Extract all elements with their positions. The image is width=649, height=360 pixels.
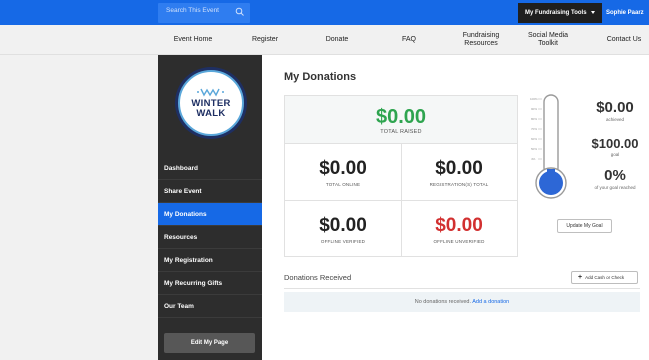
total-online-amount: $0.00 [319, 158, 367, 179]
add-donation-link[interactable]: Add a donation [472, 299, 509, 305]
achieved-amount: $0.00 [596, 99, 634, 116]
registration-total-cell: $0.00 REGISTRATION(S) TOTAL [401, 144, 517, 200]
nav-social-media-toolkit[interactable]: Social Media Toolkit [522, 25, 574, 55]
svg-text:100%: 100% [530, 97, 538, 101]
search-input[interactable]: Search This Event [158, 3, 250, 23]
plus-icon: + [578, 274, 583, 282]
svg-text:50%: 50% [531, 147, 537, 151]
grid-divider-horizontal [285, 200, 517, 201]
user-name-link[interactable]: Sophie Paarz [606, 3, 644, 23]
received-divider [284, 288, 640, 289]
registration-total-label: REGISTRATION(S) TOTAL [429, 182, 489, 187]
wave-icon [197, 88, 224, 97]
main-nav: Event Home Register Donate FAQ Fundraisi… [0, 25, 649, 55]
chevron-down-icon [591, 11, 595, 14]
fundraising-tools-dropdown[interactable]: My Fundraising Tools [518, 3, 602, 23]
offline-unverified-label: OFFLINE UNVERIFIED [433, 239, 485, 244]
thermometer-ticks [538, 98, 542, 160]
fundraising-tools-label: My Fundraising Tools [525, 10, 587, 16]
edit-my-page-button[interactable]: Edit My Page [164, 333, 255, 353]
update-goal-button[interactable]: Update My Goal [557, 219, 612, 233]
top-bar: Search This Event My Fundraising Tools S… [0, 0, 649, 25]
sidebar-menu: Dashboard Share Event My Donations Resou… [158, 157, 262, 318]
sidebar-item-my-recurring-gifts[interactable]: My Recurring Gifts [158, 272, 262, 295]
nav-fundraising-resources[interactable]: Fundraising Resources [452, 25, 510, 55]
registration-total-amount: $0.00 [435, 158, 483, 179]
sidebar-item-resources[interactable]: Resources [158, 226, 262, 249]
svg-text:4%: 4% [531, 157, 536, 161]
nav-register[interactable]: Register [240, 25, 290, 55]
sidebar-item-our-team[interactable]: Our Team [158, 295, 262, 318]
total-raised-box: $0.00 TOTAL RAISED [285, 96, 517, 144]
sidebar-item-my-donations[interactable]: My Donations [158, 203, 262, 226]
total-online-label: TOTAL ONLINE [325, 182, 361, 187]
achieved-label: achieved [605, 117, 624, 122]
svg-text:60%: 60% [531, 137, 537, 141]
nav-event-home[interactable]: Event Home [160, 25, 226, 55]
svg-text:90%: 90% [531, 107, 537, 111]
nav-faq[interactable]: FAQ [384, 25, 434, 55]
main-content: My Donations $0.00 TOTAL RAISED $0.00 TO… [262, 55, 649, 360]
offline-verified-amount: $0.00 [319, 215, 367, 236]
offline-verified-cell: $0.00 OFFLINE VERIFIED [285, 201, 401, 257]
goal-percent-label: of your goal reached [594, 185, 636, 190]
sidebar-item-share-event[interactable]: Share Event [158, 180, 262, 203]
goal-amount: $100.00 [591, 136, 639, 151]
goal-thermometer: 100% 90% 80% 70% 60% 50% 4% [530, 94, 567, 199]
logo-text-line2: WALK [196, 108, 226, 119]
sidebar: WINTER WALK Dashboard Share Event My Don… [158, 55, 262, 360]
total-online-cell: $0.00 TOTAL ONLINE [285, 144, 401, 200]
goal-summary: $0.00 achieved $100.00 goal 0% of your g… [582, 99, 648, 190]
nav-contact-us[interactable]: Contact Us [598, 25, 649, 55]
total-raised-label: TOTAL RAISED [380, 129, 422, 135]
search-icon[interactable] [235, 7, 245, 17]
goal-percent: 0% [604, 167, 626, 184]
offline-unverified-cell: $0.00 OFFLINE UNVERIFIED [401, 201, 517, 257]
offline-verified-label: OFFLINE VERIFIED [320, 239, 366, 244]
svg-text:70%: 70% [531, 127, 537, 131]
empty-state-text: No donations received. [414, 299, 471, 305]
winter-walk-logo: WINTER WALK [175, 67, 247, 139]
donations-empty-state: No donations received. Add a donation [284, 292, 640, 312]
goal-label: goal [610, 152, 620, 157]
add-cash-or-check-button[interactable]: + Add Cash or Check [571, 271, 638, 284]
nav-donate[interactable]: Donate [312, 25, 362, 55]
sidebar-item-dashboard[interactable]: Dashboard [158, 157, 262, 180]
search-placeholder: Search This Event [166, 7, 219, 14]
logo-badge: WINTER WALK [178, 70, 244, 136]
svg-text:80%: 80% [531, 117, 537, 121]
add-cash-label: Add Cash or Check [585, 275, 625, 280]
sidebar-item-my-registration[interactable]: My Registration [158, 249, 262, 272]
offline-unverified-amount: $0.00 [435, 215, 483, 236]
page-title: My Donations [284, 71, 357, 83]
total-raised-amount: $0.00 [375, 106, 427, 128]
donations-received-title: Donations Received [284, 273, 352, 282]
donation-totals-grid: $0.00 TOTAL RAISED $0.00 TOTAL ONLINE $0… [284, 95, 518, 257]
